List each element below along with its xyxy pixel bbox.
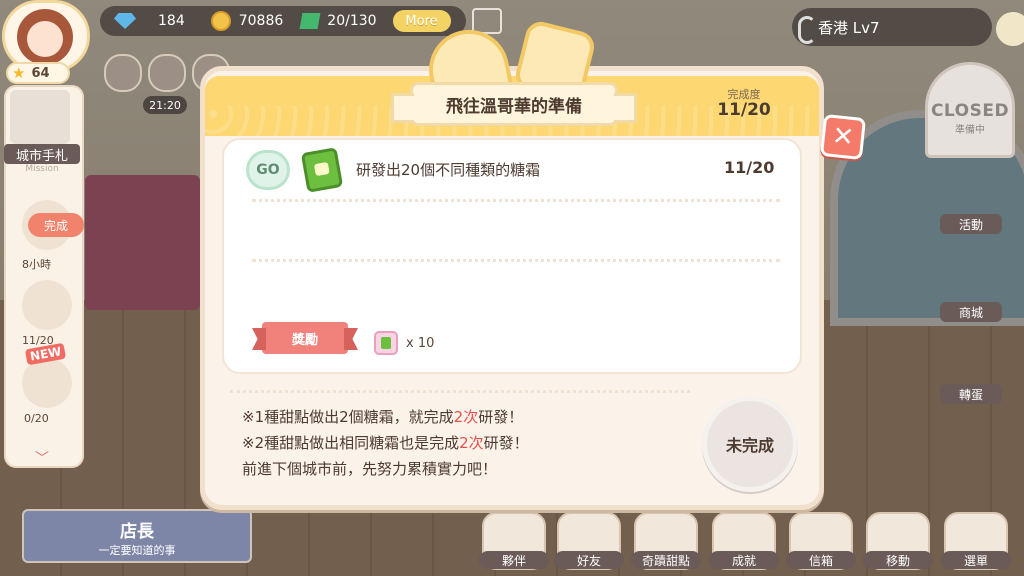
progress-value: 11/20 [717, 100, 771, 120]
promo-banner[interactable]: 店長 一定要知道的事 [22, 509, 252, 563]
closed-sign-title: CLOSED [930, 101, 1010, 121]
mission-slot-2[interactable] [22, 280, 72, 330]
owl-mascot-icon[interactable] [996, 12, 1024, 46]
city-notebook-label: 城市手札 [4, 144, 80, 164]
gems-counter[interactable]: 184 [114, 13, 185, 29]
guest-icon[interactable] [104, 54, 142, 92]
reward-item-icon [374, 331, 398, 355]
event-timer: 21:20 [143, 96, 187, 114]
note-line-3: 前進下個城市前，先努力累積實力吧！ [242, 458, 497, 479]
mission-1-time: 8小時 [22, 258, 51, 271]
modal-title-text: 飛往溫哥華的準備 [446, 96, 582, 117]
incomplete-status-button[interactable]: 未完成 [702, 396, 798, 492]
city-level-text: 香港 Lv7 [818, 18, 880, 37]
modal-title: 飛往溫哥華的準備 [391, 82, 637, 126]
ticket-icon [299, 13, 321, 29]
chevron-down-icon[interactable]: ﹀ [30, 448, 54, 467]
gems-value: 184 [158, 13, 185, 29]
currency-bar: 184 70886 20/130 More [100, 6, 466, 36]
partners-label: 夥伴 [479, 551, 549, 569]
city-level-pill[interactable]: 香港 Lv7 [792, 8, 992, 46]
note-line-2: ※2種甜點做出相同糖霜也是完成2次研發！ [242, 432, 529, 453]
reward-label: 獎勵 [262, 322, 348, 354]
note-2-text: ※2種甜點做出相同糖霜也是完成 [242, 434, 460, 452]
banner-title: 店長 [120, 522, 154, 542]
menu-gacha[interactable]: 轉蛋 [940, 384, 1002, 404]
mission-subtitle: Mission [25, 164, 59, 174]
star-icon: ★ [12, 64, 26, 82]
banner-subtitle: 一定要知道的事 [98, 544, 176, 557]
note-line-1: ※1種甜點做出2個糖霜，就完成2次研發！ [242, 406, 523, 427]
more-button[interactable]: More [392, 10, 451, 32]
closed-sign-sub: 準備中 [955, 125, 985, 136]
mailbox-label: 信箱 [786, 551, 856, 569]
menu-shop[interactable]: 商城 [940, 302, 1002, 322]
achievements-label: 成就 [709, 551, 779, 569]
task-progress: 11/20 [724, 158, 775, 177]
menu-event[interactable]: 活動 [940, 214, 1002, 234]
go-button[interactable]: GO [246, 150, 290, 190]
coins-value: 70886 [238, 13, 284, 29]
miracle-sweets-label: 奇蹟甜點 [631, 551, 701, 569]
city-notebook-icon[interactable] [10, 90, 70, 144]
note-2-suffix: 研發！ [483, 434, 529, 452]
coins-counter[interactable]: 70886 [210, 11, 284, 31]
complete-tag: 完成 [28, 213, 84, 237]
player-level-badge: ★ 64 [6, 62, 70, 84]
divider [252, 199, 780, 202]
close-icon: ✕ [830, 120, 856, 154]
display-shelf [85, 175, 200, 310]
menu-label: 選單 [941, 551, 1011, 569]
note-1-highlight: 2次 [453, 408, 479, 426]
reward-quantity: x 10 [406, 336, 435, 351]
closed-sign[interactable]: CLOSED 準備中 [925, 62, 1015, 158]
task-description: 研發出20個不同種類的糖霜 [356, 161, 541, 179]
tickets-value: 20/130 [327, 13, 377, 29]
recipe-book-icon [300, 147, 344, 193]
divider [252, 259, 780, 262]
coin-icon [210, 11, 231, 31]
sweets-icon[interactable] [148, 54, 186, 92]
note-3-text: 前進下個城市前，先努力累積實力吧！ [242, 460, 498, 478]
note-1-suffix: 研發！ [478, 408, 524, 426]
friends-label: 好友 [554, 551, 624, 569]
note-1-text: ※1種甜點做出2個糖霜，就完成 [242, 408, 454, 426]
mission-3-progress: 0/20 [24, 412, 49, 425]
move-label: 移動 [863, 551, 933, 569]
player-level: 64 [31, 65, 50, 81]
mission-slot-3[interactable] [22, 358, 72, 408]
gem-icon [114, 13, 136, 29]
avatar-face [27, 21, 63, 57]
close-button[interactable]: ✕ [819, 113, 867, 161]
note-2-highlight: 2次 [459, 434, 484, 452]
tickets-counter[interactable]: 20/130 [299, 13, 377, 29]
divider [230, 390, 690, 393]
